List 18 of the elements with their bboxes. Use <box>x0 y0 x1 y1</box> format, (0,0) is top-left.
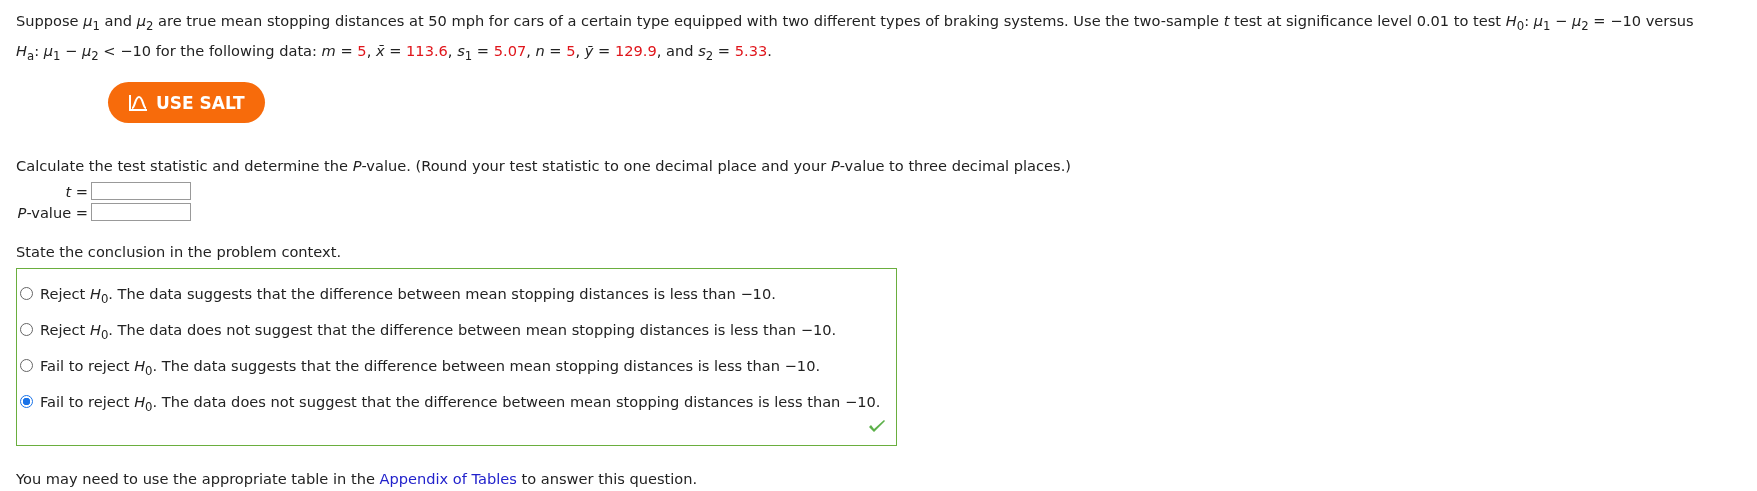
radio-button[interactable] <box>20 394 33 408</box>
conclusion-prompt: State the conclusion in the problem context. <box>16 243 342 260</box>
option-text[interactable]: Reject H$_{0}$. The data does not suggest that the difference between mean stopping distances is less than −10. <box>40 320 837 338</box>
distribution-curve-icon <box>128 93 148 112</box>
problem-statement: Suppose μ$_{1}$ and μ$_{2}$ are true mean stopping distances at 50 mph for cars of a certain type equipped with two different types of braking systems. Use the two-sample t test at significance level 0.01 to test H$_{0}$: μ$_{1}$ − μ$_{2}$ = −10 versus H$_{a}$: μ$_{1}$ − μ$_{2}$ < −10 for the following data: m = 5, x̄ = 113.6, s$_{1}$ = 5.07, n = 5, ȳ = 129.9, and s$_{2}$ = 5.33. <box>16 11 1695 66</box>
radio-button[interactable] <box>20 286 33 300</box>
instruction-text: Calculate the test statistic and determine the P-value. (Round your test statistic to one decimal place and your P-value to three decimal places.) <box>16 157 1071 174</box>
appendix-link[interactable]: Appendix of Tables <box>379 470 517 487</box>
radio-button[interactable] <box>20 322 33 336</box>
option-text[interactable]: Reject H$_{0}$. The data suggests that the difference between mean stopping distances is less than −10. <box>40 284 776 302</box>
footer-note: You may need to use the appropriate table in the Appendix of Tables to answer this question. <box>16 470 699 487</box>
answer-label: t = <box>65 182 88 200</box>
option-text[interactable]: Fail to reject H$_{0}$. The data suggests that the difference between mean stopping distances is less than −10. <box>40 356 821 374</box>
option-text[interactable]: Fail to reject H$_{0}$. The data does not suggest that the difference between mean stopping distances is less than −10. <box>40 392 881 410</box>
answer-label: P-value = <box>17 203 88 221</box>
radio-button[interactable] <box>20 358 33 372</box>
answer-field[interactable] <box>91 182 191 200</box>
answer-field[interactable] <box>91 203 191 221</box>
